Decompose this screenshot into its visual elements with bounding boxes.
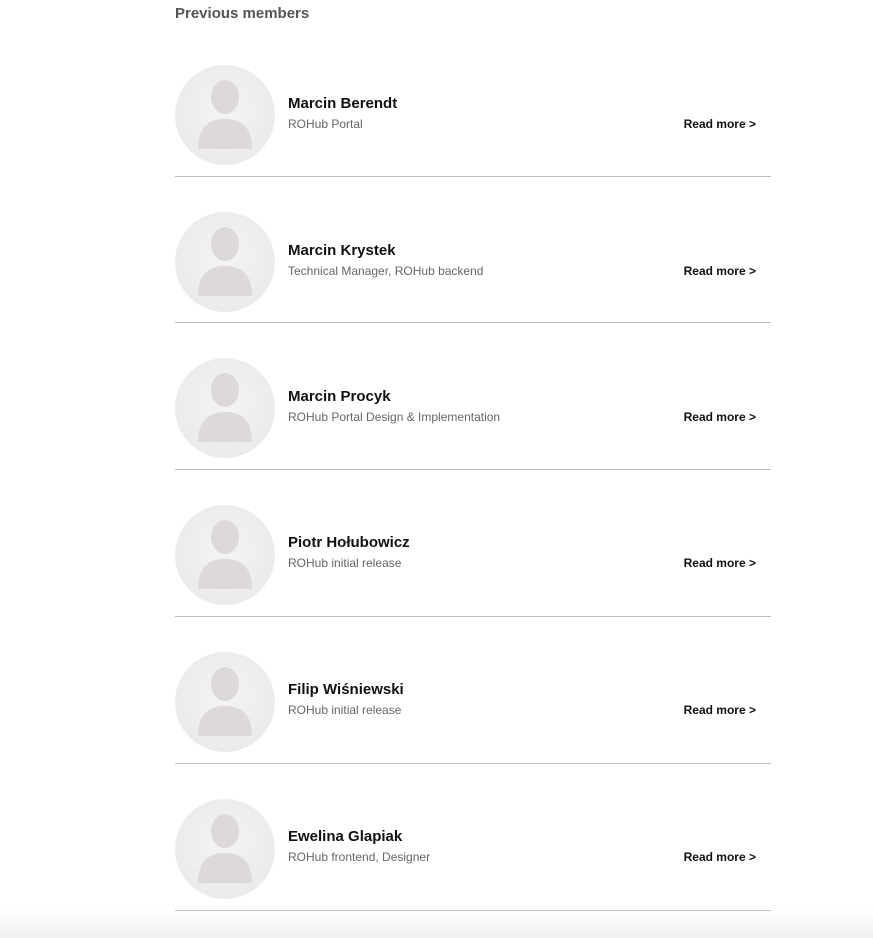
member-name: Marcin Berendt bbox=[288, 95, 398, 112]
member-role: ROHub Portal bbox=[288, 117, 363, 131]
member-role: ROHub initial release bbox=[288, 556, 402, 570]
member-info: Marcin Berendt ROHub Portal bbox=[288, 94, 397, 132]
member-card: Filip Wiśniewski ROHub initial release R… bbox=[175, 617, 771, 764]
member-card: Marcin Procyk ROHub Portal Design & Impl… bbox=[175, 323, 771, 470]
default-user-avatar-icon bbox=[175, 505, 275, 605]
read-more-link[interactable]: Read more > bbox=[684, 263, 756, 279]
member-info: Ewelina Glapiak ROHub frontend, Designer bbox=[288, 827, 430, 865]
default-user-avatar-icon bbox=[175, 65, 275, 165]
member-role: ROHub initial release bbox=[288, 703, 402, 717]
read-more-link[interactable]: Read more > bbox=[684, 702, 756, 718]
member-name: Filip Wiśniewski bbox=[288, 681, 404, 698]
member-info: Marcin Procyk ROHub Portal Design & Impl… bbox=[288, 387, 500, 425]
default-user-avatar-icon bbox=[175, 652, 275, 752]
member-card: Marcin Krystek Technical Manager, ROHub … bbox=[175, 176, 771, 323]
member-name: Marcin Krystek bbox=[288, 242, 396, 259]
default-user-avatar-icon bbox=[175, 358, 275, 458]
member-info: Piotr Hołubowicz ROHub initial release bbox=[288, 533, 410, 571]
section-title: Previous members bbox=[175, 5, 310, 22]
member-name: Ewelina Glapiak bbox=[288, 828, 403, 845]
read-more-link[interactable]: Read more > bbox=[684, 409, 756, 425]
member-name: Piotr Hołubowicz bbox=[288, 534, 410, 551]
read-more-link[interactable]: Read more > bbox=[684, 116, 756, 132]
previous-members-page: Previous members Marcin Berendt ROHub Po… bbox=[0, 0, 873, 938]
member-name: Marcin Procyk bbox=[288, 388, 391, 405]
member-info: Filip Wiśniewski ROHub initial release bbox=[288, 680, 404, 718]
member-card: Marcin Berendt ROHub Portal Read more > bbox=[175, 30, 771, 177]
member-card: Ewelina Glapiak ROHub frontend, Designer… bbox=[175, 764, 771, 911]
bottom-fade bbox=[0, 908, 873, 938]
default-user-avatar-icon bbox=[175, 799, 275, 899]
read-more-link[interactable]: Read more > bbox=[684, 849, 756, 865]
default-user-avatar-icon bbox=[175, 212, 275, 312]
member-card: Piotr Hołubowicz ROHub initial release R… bbox=[175, 470, 771, 617]
member-role: ROHub Portal Design & Implementation bbox=[288, 410, 501, 424]
member-info: Marcin Krystek Technical Manager, ROHub … bbox=[288, 241, 483, 279]
read-more-link[interactable]: Read more > bbox=[684, 555, 756, 571]
member-role: ROHub frontend, Designer bbox=[288, 850, 431, 864]
member-role: Technical Manager, ROHub backend bbox=[288, 264, 484, 278]
